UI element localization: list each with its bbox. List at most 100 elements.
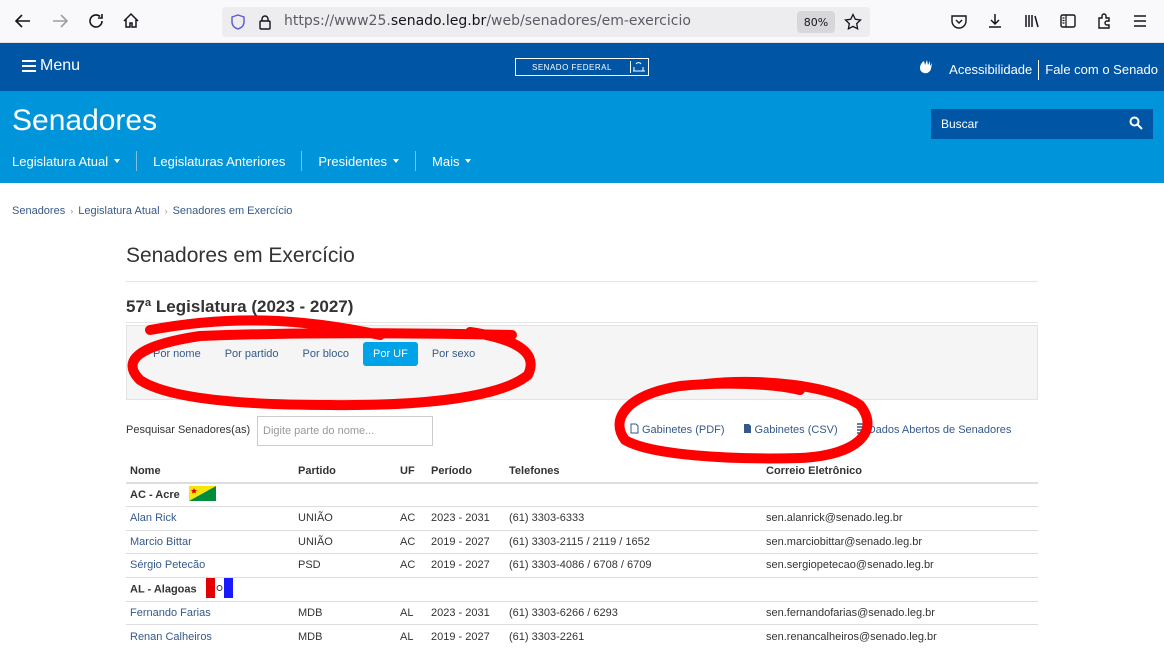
senator-uf: AC — [396, 506, 427, 530]
breadcrumb: Senadores › Legislatura Atual › Senadore… — [12, 205, 292, 217]
shield-icon[interactable] — [230, 14, 246, 34]
senator-uf: AL — [396, 600, 427, 625]
library-icon[interactable] — [1021, 10, 1043, 32]
nav-mais[interactable]: Mais — [432, 154, 487, 169]
caret-down-icon — [393, 159, 400, 163]
senator-party: MDB — [294, 600, 396, 625]
senator-email: sen.sergiopetecao@senado.leg.br — [762, 553, 1038, 577]
nav-presidentes[interactable]: Presidentes — [318, 154, 415, 169]
site-search-input[interactable] — [931, 109, 1123, 139]
senator-period: 2019 - 2027 — [427, 529, 505, 554]
senator-party: UNIÃO — [294, 529, 396, 554]
breadcrumb-senadores[interactable]: Senadores — [12, 205, 65, 217]
gabinetes-csv-link[interactable]: Gabinetes (CSV) — [743, 423, 838, 437]
menu-label: Menu — [40, 57, 81, 74]
tab-por-partido[interactable]: Por partido — [215, 342, 289, 366]
accessibility-link[interactable]: Acessibilidade — [949, 62, 1032, 77]
reload-icon[interactable] — [85, 10, 107, 32]
site-search — [931, 109, 1153, 139]
senator-uf: AC — [396, 529, 427, 554]
legislature-title: 57ª Legislatura (2023 - 2027) — [126, 297, 354, 316]
download-icon[interactable] — [984, 10, 1006, 32]
table-row: Fernando Farias MDB AL 2023 - 2031 (61) … — [126, 600, 1038, 625]
sign-language-icon[interactable] — [917, 58, 937, 81]
senator-email: sen.marciobittar@senado.leg.br — [762, 529, 1038, 554]
senator-name-link[interactable]: Marcio Bittar — [126, 529, 294, 554]
tab-por-nome[interactable]: Por nome — [143, 342, 211, 366]
pocket-icon[interactable] — [948, 10, 970, 32]
state-name: AL - Alagoas — [130, 582, 197, 595]
senator-phones: (61) 3303-4086 / 6708 / 6709 — [505, 553, 762, 577]
zoom-level[interactable]: 80% — [797, 11, 835, 33]
col-nome[interactable]: Nome — [126, 460, 294, 484]
tab-por-uf[interactable]: Por UF — [363, 342, 418, 366]
forward-arrow-icon[interactable] — [49, 10, 71, 32]
search-senators-label: Pesquisar Senadores(as) — [126, 424, 251, 436]
chevron-right-icon: › — [70, 206, 74, 216]
nav-legislaturas-anteriores[interactable]: Legislaturas Anteriores — [153, 154, 301, 169]
chevron-right-icon: › — [164, 206, 168, 216]
tab-por-sexo[interactable]: Por sexo — [422, 342, 485, 366]
col-periodo[interactable]: Período — [427, 460, 505, 484]
section-title: Senadores — [12, 104, 158, 137]
site-top-bar: Menu SENADO FEDERAL Acessibilidade Fale … — [0, 43, 1164, 91]
section-nav: Legislatura Atual Legislaturas Anteriore… — [12, 151, 487, 171]
senators-table: Nome Partido UF Período Telefones Correi… — [126, 460, 1038, 648]
sidebar-icon[interactable] — [1057, 10, 1079, 32]
senator-party: MDB — [294, 624, 396, 648]
state-group-row: AC - Acre — [126, 482, 1038, 507]
bookmark-star-icon[interactable] — [844, 12, 862, 35]
senator-uf: AC — [396, 553, 427, 577]
senator-email: sen.renancalheiros@senado.leg.br — [762, 624, 1038, 648]
logo-mark-icon — [630, 61, 646, 73]
lock-icon[interactable] — [257, 14, 273, 34]
back-arrow-icon[interactable] — [12, 10, 34, 32]
search-senators-input[interactable] — [257, 416, 433, 446]
search-icon[interactable] — [1129, 116, 1145, 132]
page-title: Senadores em Exercício — [126, 244, 355, 267]
table-row: Marcio Bittar UNIÃO AC 2019 - 2027 (61) … — [126, 529, 1038, 554]
divider — [1038, 59, 1040, 80]
state-name: AC - Acre — [130, 488, 180, 501]
senado-logo[interactable]: SENADO FEDERAL — [515, 58, 649, 76]
url-text[interactable]: https://www25.senado.leg.br/web/senadore… — [284, 13, 691, 29]
app-menu-icon[interactable] — [1129, 10, 1151, 32]
col-uf[interactable]: UF — [396, 460, 427, 484]
contact-link[interactable]: Fale com o Senado — [1045, 62, 1158, 77]
divider — [126, 322, 1038, 323]
acre-flag-icon — [188, 486, 216, 504]
home-icon[interactable] — [120, 10, 142, 32]
col-partido[interactable]: Partido — [294, 460, 396, 484]
breadcrumb-current[interactable]: Senadores em Exercício — [173, 205, 293, 217]
senator-email: sen.fernandofarias@senado.leg.br — [762, 600, 1038, 625]
breadcrumb-legislatura-atual[interactable]: Legislatura Atual — [78, 205, 159, 217]
col-email[interactable]: Correio Eletrônico — [762, 460, 1038, 484]
senator-party: PSD — [294, 553, 396, 577]
pdf-file-icon — [630, 423, 639, 437]
col-telefones[interactable]: Telefones — [505, 460, 762, 484]
divider — [126, 281, 1038, 282]
dados-abertos-link[interactable]: Dados Abertos de Senadores — [856, 423, 1011, 437]
senator-period: 2019 - 2027 — [427, 624, 505, 648]
filter-tabs-panel: Por nome Por partido Por bloco Por UF Po… — [126, 325, 1038, 400]
extensions-icon[interactable] — [1093, 10, 1115, 32]
download-links: Gabinetes (PDF) Gabinetes (CSV) Dados Ab… — [630, 423, 1011, 437]
senator-name-link[interactable]: Alan Rick — [126, 506, 294, 530]
senator-name-link[interactable]: Fernando Farias — [126, 600, 294, 625]
csv-file-icon — [743, 423, 752, 437]
table-header-row: Nome Partido UF Período Telefones Correi… — [126, 460, 1038, 484]
menu-button[interactable]: Menu — [22, 57, 80, 75]
senator-uf: AL — [396, 624, 427, 648]
senator-phones: (61) 3303-6333 — [505, 506, 762, 530]
gabinetes-pdf-link[interactable]: Gabinetes (PDF) — [630, 423, 725, 437]
senator-period: 2023 - 2031 — [427, 506, 505, 530]
tab-por-bloco[interactable]: Por bloco — [293, 342, 359, 366]
section-header: Senadores Legislatura Atual Legislaturas… — [0, 91, 1164, 183]
senator-phones: (61) 3303-6266 / 6293 — [505, 600, 762, 625]
nav-legislatura-atual[interactable]: Legislatura Atual — [12, 154, 136, 169]
hamburger-icon — [22, 60, 36, 72]
senator-name-link[interactable]: Renan Calheiros — [126, 624, 294, 648]
senator-party: UNIÃO — [294, 506, 396, 530]
url-bar[interactable]: https://www25.senado.leg.br/web/senadore… — [222, 7, 870, 37]
senator-name-link[interactable]: Sérgio Petecão — [126, 553, 294, 577]
